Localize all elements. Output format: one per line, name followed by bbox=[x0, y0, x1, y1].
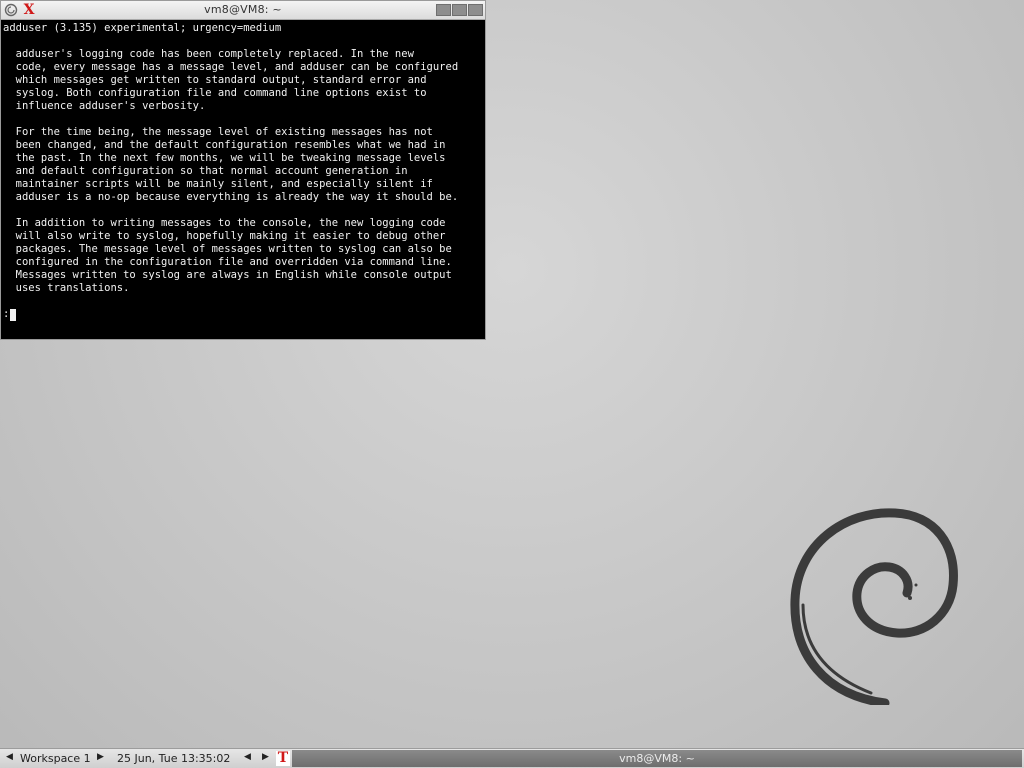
terminal-text: adduser (3.135) experimental; urgency=me… bbox=[3, 22, 459, 294]
xterm-icon[interactable]: T bbox=[276, 751, 290, 766]
maximize-button[interactable] bbox=[452, 4, 467, 16]
taskbar-task-terminal[interactable]: vm8@VM8: ~ bbox=[292, 750, 1022, 767]
prompt-text: : bbox=[3, 308, 10, 320]
taskbar: ◀ Workspace 1 ▶ 25 Jun, Tue 13:35:02 ◀ ▶… bbox=[0, 748, 1024, 768]
workspace-label[interactable]: Workspace 1 bbox=[20, 752, 91, 765]
pager-prompt[interactable]: : bbox=[3, 308, 483, 321]
task-prev-arrow-icon[interactable]: ◀ bbox=[244, 752, 251, 762]
text-cursor bbox=[10, 308, 17, 321]
task-next-arrow-icon[interactable]: ▶ bbox=[262, 752, 269, 762]
terminal-window[interactable]: X vm8@VM8: ~ adduser (3.135) experimenta… bbox=[0, 0, 486, 340]
workspace-next-arrow-icon[interactable]: ▶ bbox=[97, 752, 104, 762]
minimize-button[interactable] bbox=[436, 4, 451, 16]
clock: 25 Jun, Tue 13:35:02 bbox=[117, 752, 231, 765]
close-button[interactable] bbox=[468, 4, 483, 16]
terminal-output[interactable]: adduser (3.135) experimental; urgency=me… bbox=[3, 22, 483, 337]
window-titlebar[interactable]: X vm8@VM8: ~ bbox=[1, 1, 485, 20]
window-controls bbox=[436, 4, 483, 16]
workspace-prev-arrow-icon[interactable]: ◀ bbox=[6, 752, 13, 762]
debian-swirl-logo bbox=[790, 508, 958, 705]
window-title: vm8@VM8: ~ bbox=[204, 3, 282, 16]
